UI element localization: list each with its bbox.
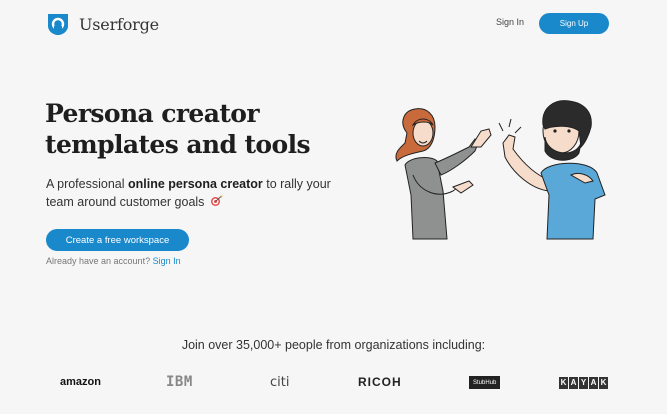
kayak-letter: A [569, 376, 578, 389]
stubhub-logo: StubHub [469, 376, 501, 389]
high-five-illustration [395, 100, 606, 240]
social-proof-text: Join over 35,000+ people from organizati… [181, 338, 486, 352]
kayak-letter: Y [579, 376, 588, 389]
signin-link[interactable]: Sign In [496, 17, 524, 27]
account-prompt-text: Already have an account? [46, 256, 153, 266]
account-prompt: Already have an account? Sign In [46, 256, 181, 266]
target-icon [210, 195, 223, 206]
ricoh-logo: RICOH [358, 375, 402, 389]
userforge-logo-icon [48, 14, 68, 35]
citi-logo: citi [270, 374, 290, 390]
ibm-logo: IBM [166, 374, 193, 390]
create-workspace-button[interactable]: Create a free workspace [46, 229, 189, 251]
man-figure [502, 100, 606, 240]
hero-sub-highlight: online persona creator [128, 177, 263, 191]
account-signin-link[interactable]: Sign In [153, 256, 181, 266]
amazon-logo: amazon [60, 376, 101, 388]
woman-figure [395, 108, 492, 240]
kayak-letter: K [559, 376, 568, 389]
hero-title: Persona creator templates and tools [45, 98, 365, 160]
signup-button[interactable]: Sign Up [539, 13, 609, 34]
hero-sub-prefix: A professional [46, 177, 128, 191]
kayak-letter: A [589, 376, 598, 389]
hero-title-line2: templates and tools [45, 130, 311, 159]
sparkle-lines [498, 118, 522, 134]
brand-name: Userforge [79, 14, 159, 34]
kayak-letter: K [599, 376, 608, 389]
brand-logo[interactable]: Userforge [46, 12, 159, 36]
hero-title-line1: Persona creator [45, 99, 260, 128]
hero-subtitle: A professional online persona creator to… [46, 175, 346, 211]
kayak-logo: K A Y A K [559, 376, 609, 389]
top-nav: Userforge Sign In Sign Up [0, 0, 667, 48]
